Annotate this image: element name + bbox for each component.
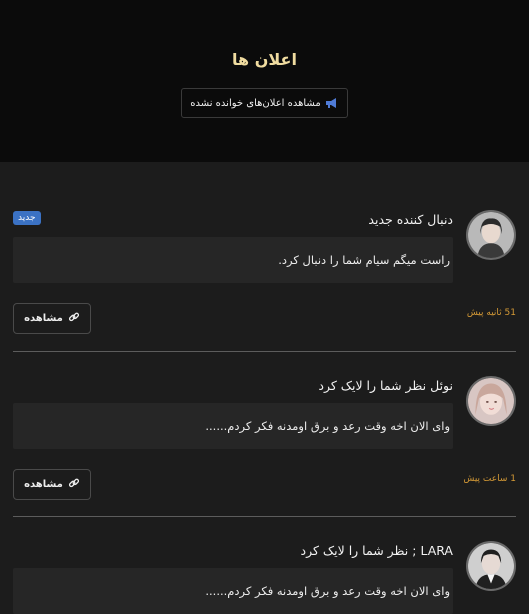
notification-title: نوئل نظر شما را لایک کرد <box>318 378 453 393</box>
unread-notifications-button[interactable]: مشاهده اعلان‌های خوانده نشده <box>181 88 348 118</box>
notification-time: 51 ثانیه پیش <box>466 308 516 318</box>
notification-message: وای الان اخه وقت رعد و برق اومدنه فکر کر… <box>13 568 453 614</box>
notification-time: 1 ساعت پیش <box>463 474 516 484</box>
link-icon <box>68 477 80 492</box>
notification-message: وای الان اخه وقت رعد و برق اومدنه فکر کر… <box>13 403 453 449</box>
view-button-label: مشاهده <box>24 479 63 490</box>
notification-item: LARA ; نظر شما را لایک کرد وای الان اخه … <box>13 517 516 614</box>
notification-message-text: وای الان اخه وقت رعد و برق اومدنه فکر کر… <box>205 419 450 433</box>
avatar[interactable] <box>466 541 516 591</box>
page-title: اعلان ها <box>232 50 297 69</box>
megaphone-icon <box>325 97 339 109</box>
notification-message-text: وای الان اخه وقت رعد و برق اومدنه فکر کر… <box>205 584 450 598</box>
unread-notifications-label: مشاهده اعلان‌های خوانده نشده <box>190 97 321 109</box>
notification-message-text: راست میگم سیام شما را دنبال کرد. <box>278 253 450 267</box>
view-button-label: مشاهده <box>24 313 63 324</box>
notification-title: LARA ; نظر شما را لایک کرد <box>300 543 453 558</box>
notification-message: راست میگم سیام شما را دنبال کرد. <box>13 237 453 283</box>
notification-list: دنبال کننده جدید جدید راست میگم سیام شما… <box>0 162 529 614</box>
view-button[interactable]: مشاهده <box>13 303 91 334</box>
notification-item: نوئل نظر شما را لایک کرد وای الان اخه وق… <box>13 352 516 517</box>
new-badge: جدید <box>13 211 41 225</box>
notification-title: دنبال کننده جدید <box>368 212 453 227</box>
page-header: اعلان ها مشاهده اعلان‌های خوانده نشده <box>0 0 529 162</box>
avatar[interactable] <box>466 210 516 260</box>
notification-item: دنبال کننده جدید جدید راست میگم سیام شما… <box>13 162 516 352</box>
avatar[interactable] <box>466 376 516 426</box>
view-button[interactable]: مشاهده <box>13 469 91 500</box>
link-icon <box>68 311 80 326</box>
